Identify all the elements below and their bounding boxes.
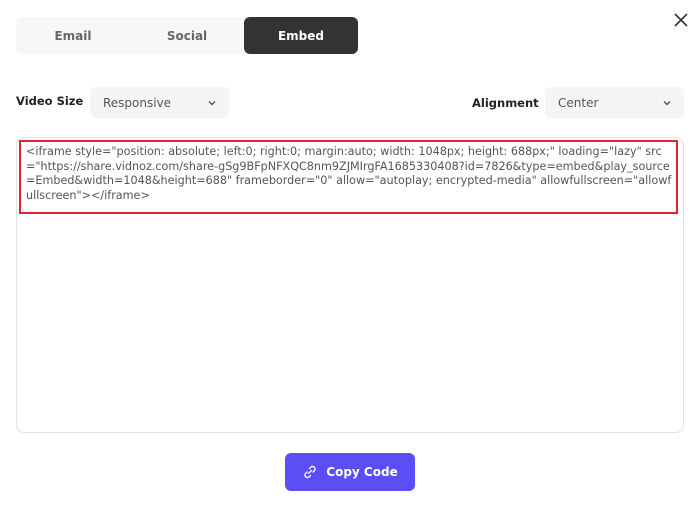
alignment-value: Center: [558, 95, 599, 110]
tab-embed[interactable]: Embed: [244, 17, 358, 54]
embed-code-text[interactable]: <iframe style="position: absolute; left:…: [26, 145, 676, 203]
link-icon: [304, 465, 316, 479]
alignment-label: Alignment: [472, 96, 539, 110]
copy-code-button[interactable]: Copy Code: [285, 453, 415, 491]
tab-email[interactable]: Email: [16, 17, 130, 54]
video-size-select[interactable]: Responsive: [90, 87, 229, 118]
chevron-down-icon: [208, 100, 216, 105]
close-icon: [674, 13, 688, 27]
video-size-value: Responsive: [103, 95, 172, 110]
close-button[interactable]: [672, 11, 690, 29]
copy-code-label: Copy Code: [326, 465, 398, 479]
alignment-select[interactable]: Center: [545, 87, 684, 118]
video-size-label: Video Size: [16, 94, 84, 108]
chevron-down-icon: [663, 100, 671, 105]
share-tabs: Email Social Embed: [16, 17, 358, 54]
tab-social[interactable]: Social: [130, 17, 244, 54]
